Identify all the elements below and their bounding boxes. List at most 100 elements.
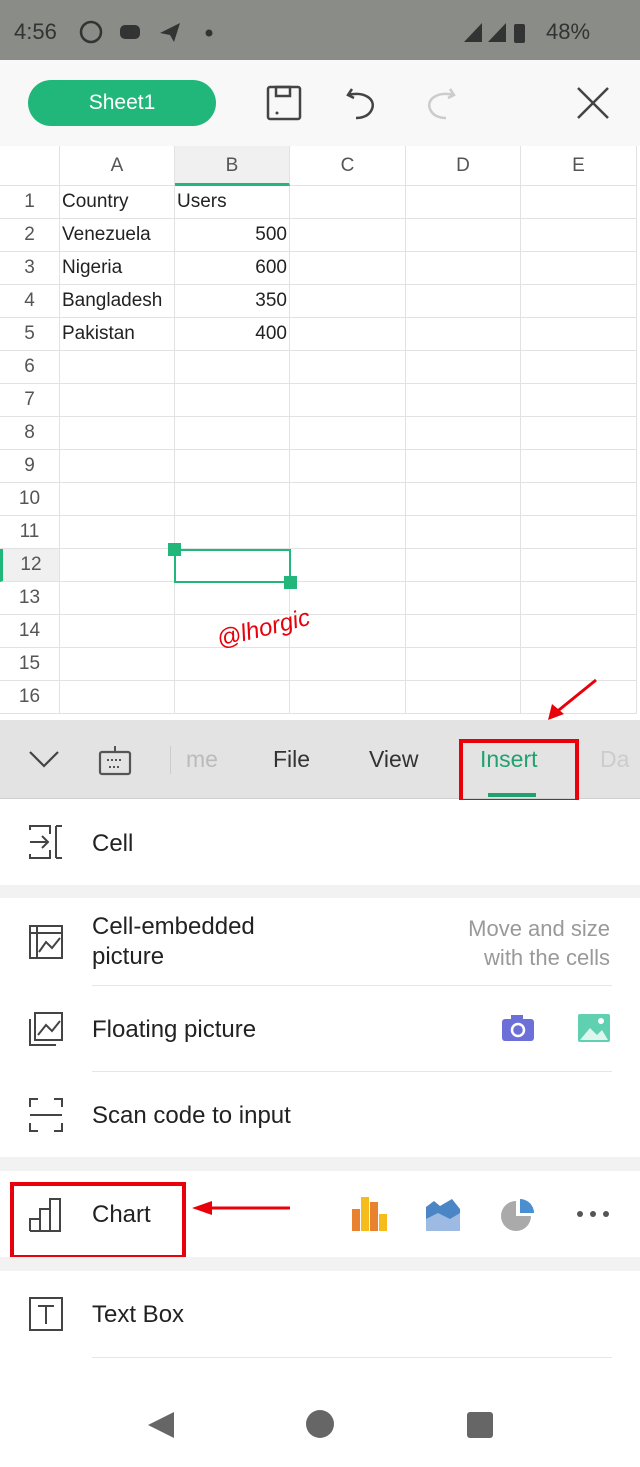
cell[interactable]: [406, 615, 521, 648]
cell[interactable]: [406, 483, 521, 516]
row-header-10[interactable]: 10: [0, 483, 60, 516]
cell[interactable]: [521, 450, 637, 483]
cell[interactable]: [290, 483, 406, 516]
menu-item-scan-code[interactable]: Scan code to input: [0, 1072, 640, 1157]
row-header-13[interactable]: 13: [0, 582, 60, 615]
row-header-16[interactable]: 16: [0, 681, 60, 714]
row-header-1[interactable]: 1: [0, 186, 60, 219]
row-header-15[interactable]: 15: [0, 648, 60, 681]
cell[interactable]: [521, 252, 637, 285]
cell[interactable]: [406, 417, 521, 450]
cell[interactable]: Pakistan: [60, 318, 175, 351]
pie-chart-icon[interactable]: [500, 1197, 536, 1233]
cell[interactable]: [175, 516, 290, 549]
cell[interactable]: Users: [175, 186, 290, 219]
cell[interactable]: Bangladesh: [60, 285, 175, 318]
cell[interactable]: [521, 384, 637, 417]
cell[interactable]: [60, 549, 175, 582]
cell[interactable]: [521, 615, 637, 648]
area-chart-icon[interactable]: [426, 1199, 462, 1233]
cell[interactable]: [60, 384, 175, 417]
undo-icon[interactable]: [344, 85, 380, 121]
recents-icon[interactable]: [466, 1411, 494, 1439]
cell[interactable]: [521, 285, 637, 318]
cell[interactable]: [406, 285, 521, 318]
cell[interactable]: [521, 417, 637, 450]
keyboard-icon[interactable]: [98, 744, 132, 776]
row-header-7[interactable]: 7: [0, 384, 60, 417]
cell[interactable]: [406, 681, 521, 714]
cell[interactable]: [60, 648, 175, 681]
cell[interactable]: Nigeria: [60, 252, 175, 285]
row-header-4[interactable]: 4: [0, 285, 60, 318]
row-header-14[interactable]: 14: [0, 615, 60, 648]
cell[interactable]: [60, 450, 175, 483]
row-header-5[interactable]: 5: [0, 318, 60, 351]
cell[interactable]: [290, 417, 406, 450]
cell[interactable]: [406, 516, 521, 549]
cell[interactable]: [175, 681, 290, 714]
row-header-2[interactable]: 2: [0, 219, 60, 252]
cell[interactable]: [175, 648, 290, 681]
column-header-a[interactable]: A: [60, 146, 175, 186]
cell[interactable]: [406, 549, 521, 582]
cell[interactable]: [521, 351, 637, 384]
cell[interactable]: 600: [175, 252, 290, 285]
column-header-b[interactable]: B: [175, 146, 290, 186]
row-header-11[interactable]: 11: [0, 516, 60, 549]
more-icon[interactable]: [576, 1209, 610, 1219]
menu-item-text-box[interactable]: Text Box: [0, 1271, 640, 1357]
cell[interactable]: [60, 615, 175, 648]
cell[interactable]: [290, 648, 406, 681]
column-header-c[interactable]: C: [290, 146, 406, 186]
cell[interactable]: [60, 483, 175, 516]
selection-handle[interactable]: [284, 576, 297, 589]
cell[interactable]: 400: [175, 318, 290, 351]
cell[interactable]: [290, 681, 406, 714]
cell[interactable]: 350: [175, 285, 290, 318]
tab-file[interactable]: File: [273, 746, 310, 773]
tab-view[interactable]: View: [369, 746, 418, 773]
cell[interactable]: [406, 384, 521, 417]
row-header-3[interactable]: 3: [0, 252, 60, 285]
sheet-tab-button[interactable]: Sheet1: [28, 80, 216, 126]
cell[interactable]: [60, 417, 175, 450]
row-header-12[interactable]: 12: [0, 549, 60, 582]
redo-icon[interactable]: [422, 85, 458, 121]
cell[interactable]: [290, 219, 406, 252]
cell[interactable]: [406, 219, 521, 252]
tab-home[interactable]: me: [186, 746, 218, 773]
cell[interactable]: [60, 582, 175, 615]
cell[interactable]: [406, 450, 521, 483]
menu-item-cell-embedded-picture[interactable]: Cell-embedded picture Move and size with…: [0, 898, 640, 985]
cell[interactable]: [521, 318, 637, 351]
cell[interactable]: [175, 582, 290, 615]
menu-item-floating-picture[interactable]: Floating picture: [0, 986, 640, 1071]
cell[interactable]: [521, 582, 637, 615]
cell[interactable]: [521, 516, 637, 549]
cell[interactable]: [290, 318, 406, 351]
cell[interactable]: Venezuela: [60, 219, 175, 252]
corner-cell[interactable]: [0, 146, 60, 186]
selection-handle[interactable]: [168, 543, 181, 556]
cell[interactable]: [406, 252, 521, 285]
camera-icon[interactable]: [501, 1014, 535, 1042]
cell[interactable]: [175, 450, 290, 483]
cell[interactable]: [60, 351, 175, 384]
collapse-chevron-icon[interactable]: [28, 748, 60, 770]
cell[interactable]: [290, 450, 406, 483]
cell[interactable]: [521, 549, 637, 582]
cell[interactable]: [406, 648, 521, 681]
cell[interactable]: [60, 516, 175, 549]
column-header-d[interactable]: D: [406, 146, 521, 186]
cell[interactable]: [175, 417, 290, 450]
cell[interactable]: [406, 351, 521, 384]
cell[interactable]: [175, 483, 290, 516]
row-header-9[interactable]: 9: [0, 450, 60, 483]
cell[interactable]: [521, 186, 637, 219]
cell[interactable]: [290, 285, 406, 318]
cell[interactable]: 500: [175, 219, 290, 252]
cell[interactable]: [175, 351, 290, 384]
selected-cell-b12[interactable]: [174, 549, 291, 583]
cell[interactable]: [290, 549, 406, 582]
